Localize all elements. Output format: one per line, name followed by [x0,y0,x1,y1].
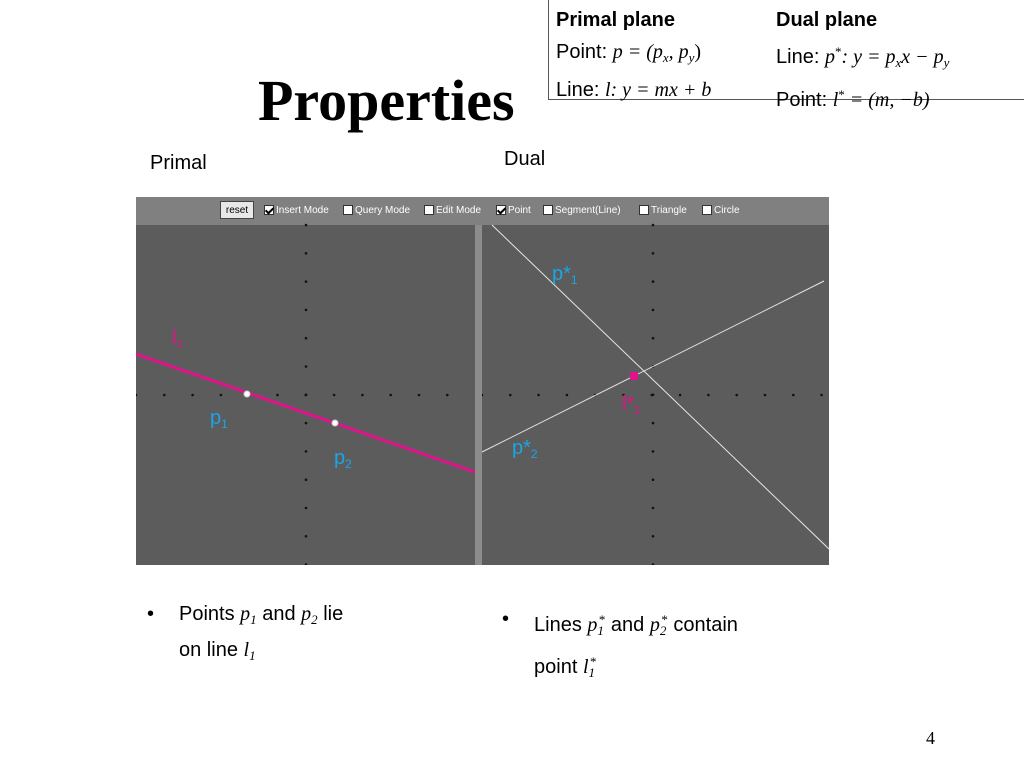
grid-dot [650,393,654,397]
grid-dot [565,393,569,397]
dual-line-p2-star[interactable] [481,280,825,453]
grid-dot [678,393,682,397]
grid-dot [651,506,655,510]
page-number: 4 [926,728,935,748]
grid-dot [792,393,795,397]
grid-dot [820,393,823,397]
grid-dot [191,393,194,397]
primal-label: Primal [150,152,207,174]
grid-dot [163,393,166,397]
grid-dot [219,393,223,397]
grid-dot [537,393,540,397]
primal-point-def: Point: p = (px, py) [556,41,702,65]
grid-dot [304,393,308,397]
grid-dot [276,393,279,397]
label-p2: p2 [334,447,352,471]
grid-dot [446,393,449,397]
primal-point-p1[interactable] [243,390,251,398]
grid-dot [304,563,308,565]
primal-line-def: Line: l: y = mx + b [556,79,712,101]
grid-dot [651,280,655,283]
grid-dot [389,393,392,397]
dual-point-l1-star[interactable] [630,372,638,380]
grid-dot [304,223,308,227]
label-p2-star: p*2 [512,437,538,461]
grid-dot [763,393,767,397]
grid-dot [509,393,512,397]
label-p1-star: p*1 [552,263,578,287]
grid-dot [651,535,655,538]
grid-dot [304,365,308,368]
grid-dot [304,308,308,312]
grid-dot [651,478,655,482]
grid-dot [651,421,655,425]
grid-dot [417,393,421,397]
label-l1-star: l*1 [622,393,641,417]
grid-dot [304,421,308,425]
bullet-dual: • Lines p1* and p2* contain point l1* [502,604,834,688]
grid-dot [651,308,655,312]
grid-dot [707,393,710,397]
primal-heading: Primal plane [556,9,675,31]
primal-definitions: Primal plane Point: p = (px, py) Line: l… [556,4,711,106]
duality-applet: reset Insert Mode Query Mode Edit Mode P… [136,197,829,565]
bullet-icon: • [147,603,155,625]
dual-line-p1-star[interactable] [491,224,829,550]
drawing-canvas[interactable] [136,197,829,565]
grid-dot [651,336,655,340]
grid-dot [304,535,308,538]
bullet-icon: • [502,608,510,630]
grid-dot [304,478,308,482]
primal-point-p2[interactable] [331,419,339,427]
grid-dot [304,280,308,283]
dual-heading: Dual plane [776,9,878,31]
grid-dot [304,506,308,510]
dual-definitions: Dual plane Line: p*: y = pxx − py Point:… [776,4,949,116]
grid-dot [304,252,308,255]
grid-dot [651,450,655,453]
grid-dot [136,393,138,397]
grid-dot [304,450,308,453]
grid-dot [651,563,655,565]
bullet-primal: • Points p1 and p2 lie on line l1 [147,599,439,671]
grid-dot [651,223,655,227]
primal-line-l1[interactable] [136,352,476,474]
grid-dot [735,393,738,397]
dual-point-def: Point: l* = (m, −b) [776,87,930,111]
grid-dot [651,252,655,255]
grid-dot [361,393,364,397]
slide-title: Properties [258,68,515,133]
label-l1: l1 [172,327,184,351]
label-p1: p1 [210,407,228,431]
dual-line-def: Line: p*: y = pxx − py [776,44,950,70]
definitions-box: Primal plane Point: p = (px, py) Line: l… [548,0,1024,111]
grid-dot [304,336,308,340]
dual-label: Dual [504,148,546,170]
panel-divider [475,225,482,565]
grid-dot [332,393,336,397]
